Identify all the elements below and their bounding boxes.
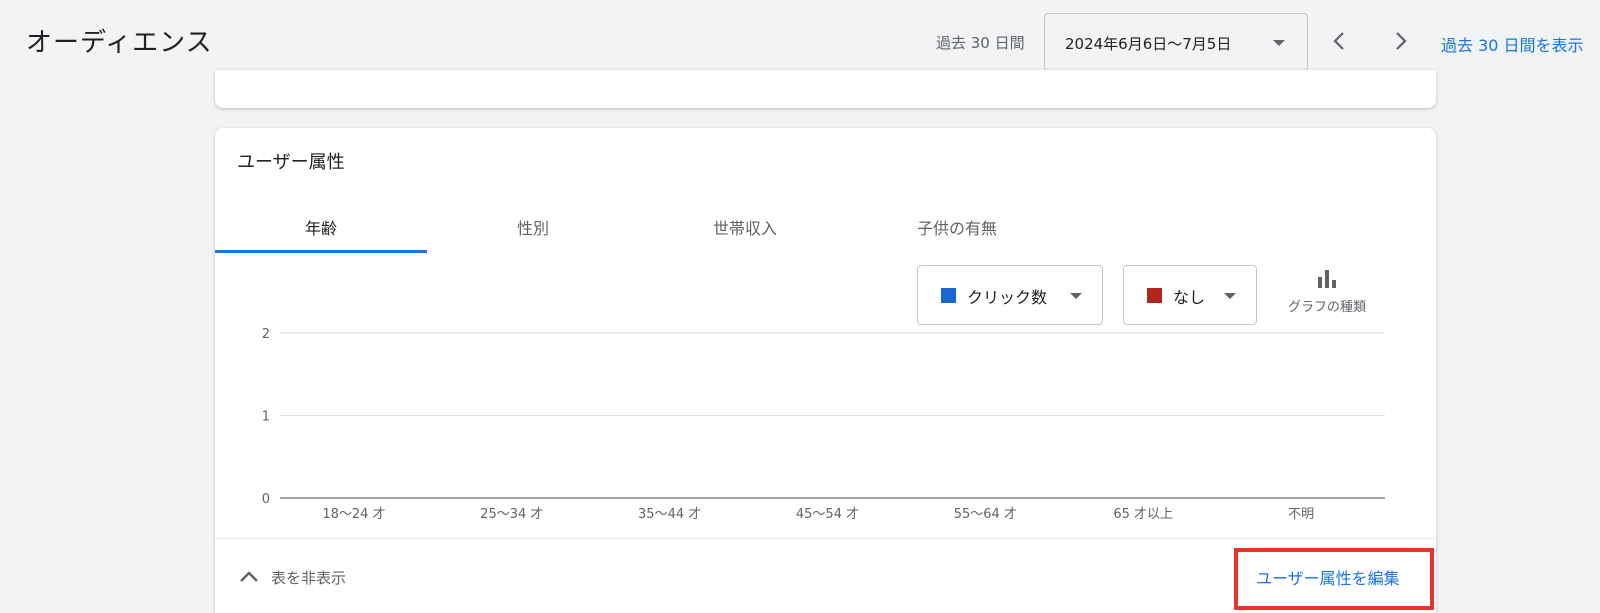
page-title: オーディエンス	[26, 28, 213, 58]
y-tick-label: 0	[262, 492, 270, 507]
demographics-card: ユーザー属性 年齢 性別 世帯収入 子供の有無 クリック数 なし グラフの種類 …	[215, 128, 1436, 613]
chevron-right-icon	[1396, 32, 1407, 50]
page-header: オーディエンス 過去 30 日間 2024年6月6日〜7月5日 過去 30 日間…	[0, 0, 1600, 80]
age-bar-chart: 0 1 2 18〜24 才 25〜34 才 35〜44 才 45〜54 才 55〜64 才 65…	[262, 327, 1385, 522]
show-last-30-days-link[interactable]: 過去 30 日間を表示	[1441, 32, 1584, 56]
y-tick-label: 1	[262, 410, 270, 425]
hide-table-toggle[interactable]: 表を非表示	[237, 562, 346, 592]
chevron-up-icon	[240, 571, 258, 582]
range-label: 過去 30 日間	[936, 34, 1025, 52]
footer-divider	[215, 538, 1436, 539]
hide-table-label: 表を非表示	[271, 568, 347, 587]
y-tick-label: 2	[262, 327, 270, 342]
next-period-button[interactable]	[1385, 26, 1415, 56]
x-tick-label: 65 才以上	[1113, 507, 1173, 522]
x-tick-label: 18〜24 才	[322, 507, 385, 522]
x-tick-label: 45〜54 才	[796, 507, 859, 522]
date-range-select[interactable]: 2024年6月6日〜7月5日	[1044, 13, 1308, 71]
caret-down-icon	[1273, 40, 1285, 46]
date-range-value: 2024年6月6日〜7月5日	[1065, 35, 1232, 53]
x-tick-label: 不明	[1288, 507, 1314, 522]
x-tick-label: 35〜44 才	[638, 507, 701, 522]
x-tick-label: 55〜64 才	[954, 507, 1017, 522]
previous-card	[215, 70, 1436, 108]
chevron-left-icon	[1333, 32, 1344, 50]
edit-demographics-link[interactable]: ユーザー属性を編集	[1256, 565, 1400, 589]
x-tick-label: 25〜34 才	[480, 507, 543, 522]
previous-period-button[interactable]	[1325, 26, 1355, 56]
